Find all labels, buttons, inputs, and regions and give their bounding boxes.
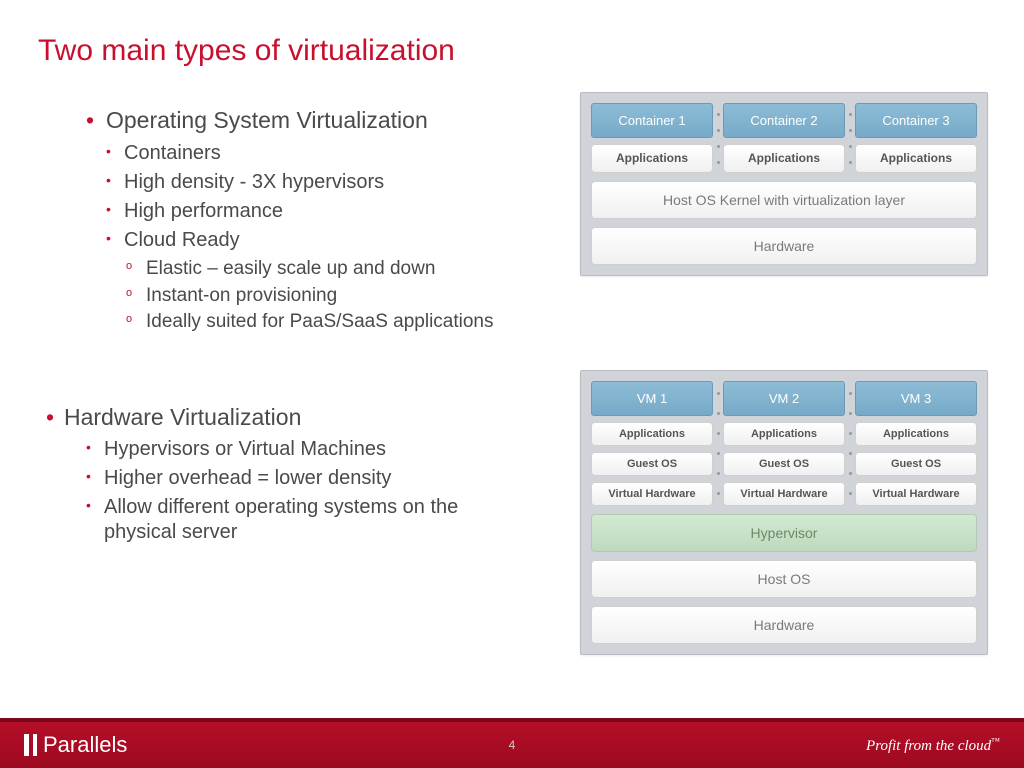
hardware-bar: Hardware [591, 227, 977, 265]
bullet-list: Operating System Virtualization Containe… [86, 106, 526, 334]
tagline-text: Profit from the cloud [866, 738, 991, 754]
vm-row: VM 1 Applications Guest OS Virtual Hardw… [591, 381, 977, 506]
container-row: Container 1 Applications Container 2 App… [591, 103, 977, 173]
list-item: Higher overhead = lower density [86, 466, 526, 491]
vhw-box: Virtual Hardware [591, 482, 713, 506]
container-col: Container 1 Applications [591, 103, 713, 173]
diagram-vms: VM 1 Applications Guest OS Virtual Hardw… [580, 370, 988, 655]
dots-icon [717, 384, 720, 503]
container-col: Container 2 Applications [723, 103, 845, 173]
container-label: Container 3 [855, 103, 977, 138]
page-number: 4 [509, 738, 516, 752]
list-item: Ideally suited for PaaS/SaaS application… [124, 310, 526, 334]
section-os-virt: Operating System Virtualization Containe… [86, 106, 526, 334]
vm-col: VM 1 Applications Guest OS Virtual Hardw… [591, 381, 713, 506]
container-label: Container 2 [723, 103, 845, 138]
slide-title: Two main types of virtualization [38, 34, 455, 68]
heading-text: Hardware Virtualization [64, 404, 526, 431]
apps-box: Applications [855, 422, 977, 446]
vm-label: VM 3 [855, 381, 977, 416]
diagram-containers: Container 1 Applications Container 2 App… [580, 92, 988, 276]
hostos-bar: Host OS [591, 560, 977, 598]
content-area: Operating System Virtualization Containe… [86, 106, 526, 549]
hardware-bar: Hardware [591, 606, 977, 644]
list-item: Elastic – easily scale up and down [124, 257, 526, 281]
list-item: Allow different operating systems on the… [86, 495, 526, 545]
list-item: High density - 3X hypervisors [106, 170, 526, 195]
vm-label: VM 2 [723, 381, 845, 416]
vm-label: VM 1 [591, 381, 713, 416]
brand-logo: Parallels [24, 732, 127, 758]
sub-list: Hypervisors or Virtual Machines Higher o… [86, 437, 526, 545]
footer-bar: Parallels 4 Profit from the cloud™ [0, 718, 1024, 768]
sub-sub-list: Elastic – easily scale up and down Insta… [124, 257, 526, 334]
guestos-box: Guest OS [723, 452, 845, 476]
dots-icon [717, 106, 720, 170]
dots-icon [849, 384, 852, 503]
guestos-box: Guest OS [591, 452, 713, 476]
brand-text: Parallels [43, 732, 127, 758]
tm-mark: ™ [991, 736, 1000, 746]
apps-box: Applications [591, 422, 713, 446]
list-item: Hypervisors or Virtual Machines [86, 437, 526, 462]
item-text: Cloud Ready [124, 229, 240, 251]
container-col: Container 3 Applications [855, 103, 977, 173]
list-item: Containers [106, 141, 526, 166]
heading-text: Operating System Virtualization [106, 107, 428, 133]
guestos-box: Guest OS [855, 452, 977, 476]
kernel-bar: Host OS Kernel with virtualization layer [591, 181, 977, 219]
apps-box: Applications [855, 144, 977, 173]
vm-col: VM 2 Applications Guest OS Virtual Hardw… [723, 381, 845, 506]
vm-col: VM 3 Applications Guest OS Virtual Hardw… [855, 381, 977, 506]
dots-icon [849, 106, 852, 170]
apps-box: Applications [591, 144, 713, 173]
list-item: Cloud Ready Elastic – easily scale up an… [106, 228, 526, 334]
apps-box: Applications [723, 144, 845, 173]
list-item: Instant-on provisioning [124, 284, 526, 308]
apps-box: Applications [723, 422, 845, 446]
brand-bars-icon [24, 734, 37, 756]
tagline: Profit from the cloud™ [866, 736, 1000, 755]
vhw-box: Virtual Hardware [723, 482, 845, 506]
list-item: High performance [106, 199, 526, 224]
sub-list: Containers High density - 3X hypervisors… [106, 141, 526, 334]
vhw-box: Virtual Hardware [855, 482, 977, 506]
slide: Two main types of virtualization Operati… [0, 0, 1024, 768]
section-hw-virt: Hardware Virtualization Hypervisors or V… [86, 404, 526, 545]
container-label: Container 1 [591, 103, 713, 138]
hypervisor-bar: Hypervisor [591, 514, 977, 552]
